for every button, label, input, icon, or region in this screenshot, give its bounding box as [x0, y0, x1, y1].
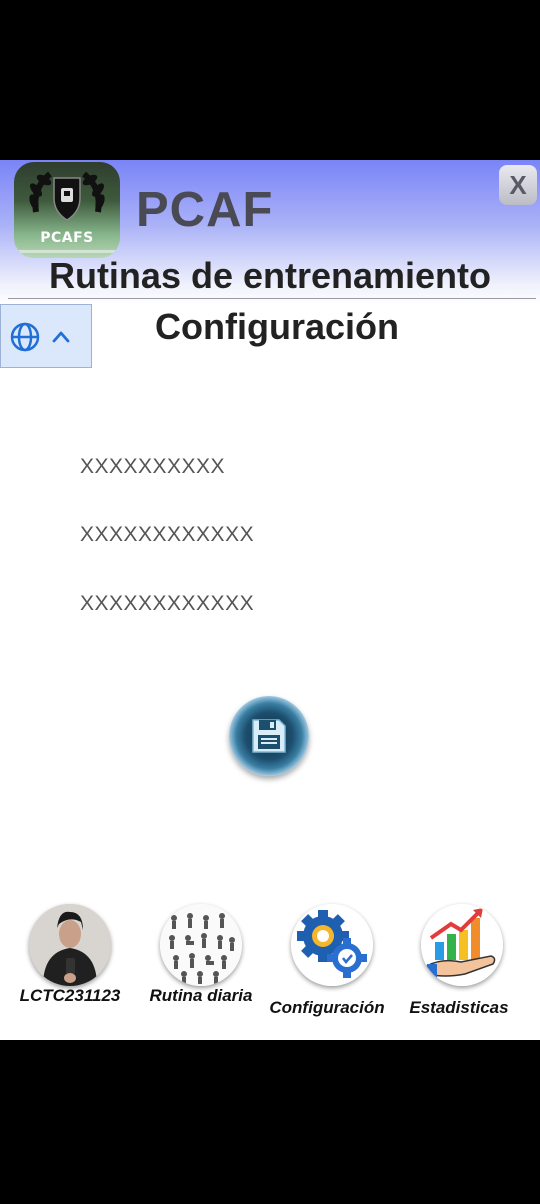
nav-label-profile: LCTC231123: [19, 986, 121, 1005]
config-field-1[interactable]: XXXXXXXXXX: [80, 455, 225, 479]
page-title: Configuración: [155, 306, 399, 347]
nav-label-estadisticas: Estadisticas: [409, 998, 509, 1017]
save-button[interactable]: [229, 696, 309, 776]
app-subtitle: Rutinas de entrenamiento: [48, 255, 492, 296]
app-screen: PCAFS PCAF X Rutinas de entrenamiento Co…: [0, 160, 540, 1040]
floppy-disk-icon: [252, 719, 286, 753]
config-field-3[interactable]: XXXXXXXXXXXX: [80, 592, 254, 616]
user-avatar: [29, 904, 111, 986]
bottom-navigation: LCTC231123 Rutina diaria Configuración E…: [0, 900, 540, 1040]
nav-label-rutina-diaria: Rutina diaria: [149, 986, 253, 1005]
header-divider: [8, 298, 536, 299]
nav-label-configuracion: Configuración: [269, 998, 385, 1017]
config-field-2[interactable]: XXXXXXXXXXXX: [80, 523, 254, 547]
close-button[interactable]: X: [499, 165, 537, 205]
gears-icon: [291, 904, 373, 986]
app-logo: PCAFS: [14, 162, 120, 258]
chart-growth-icon: [421, 904, 503, 986]
logo-text: PCAFS: [40, 230, 94, 246]
header: PCAFS PCAF X Rutinas de entrenamiento: [0, 160, 540, 305]
exercise-grid-icon: [160, 904, 242, 986]
brand-title: PCAF: [136, 183, 274, 237]
logo-tagline-bar: [18, 250, 116, 253]
